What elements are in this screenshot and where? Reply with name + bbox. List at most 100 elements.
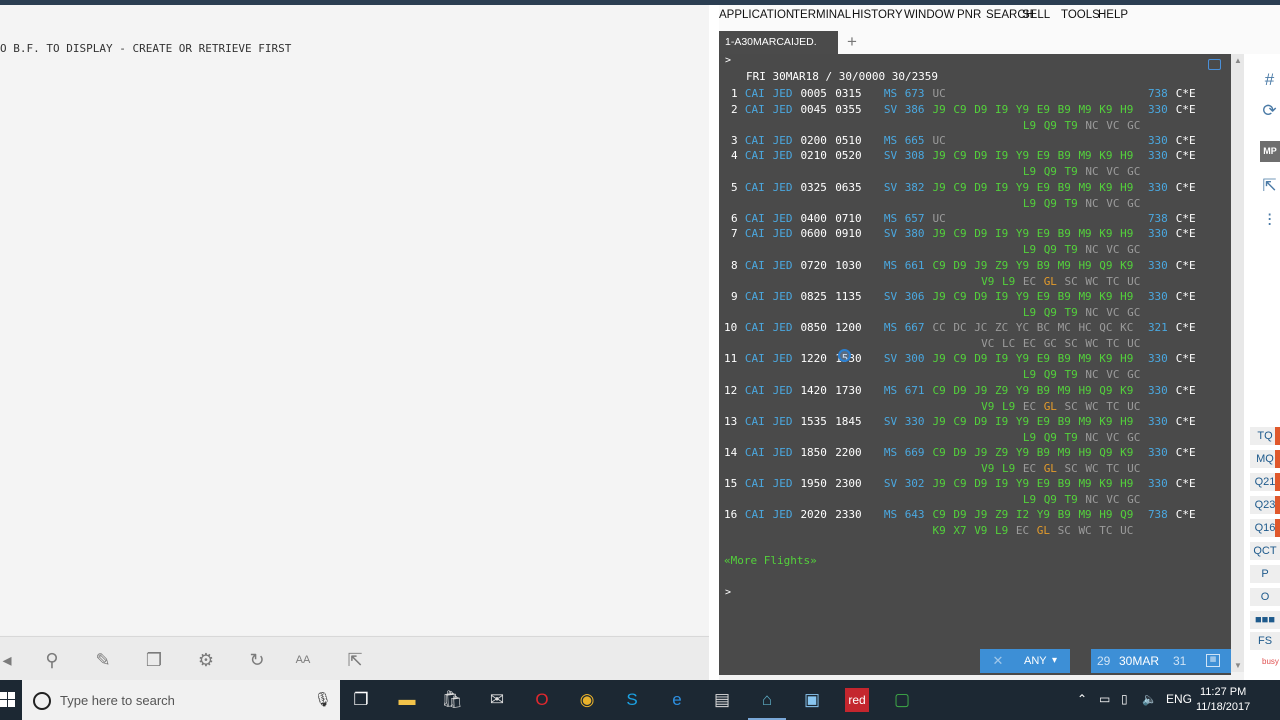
departure-time: 2020 (800, 508, 827, 521)
flight-flags: C*E (1175, 103, 1196, 116)
queue-button-0[interactable]: TQ (1250, 427, 1280, 445)
flight-row[interactable]: 12 CAI JED 1420 1730 MS 671 C9 D9 J9 Z9 Y9 B9 M9 H9 Q9 K… (719, 383, 1231, 398)
search-tool-icon[interactable]: ⚲ (41, 649, 63, 671)
tray-chevron-icon[interactable]: ⌃ (1077, 692, 1087, 706)
external-link-icon[interactable]: ⇱ (344, 649, 366, 671)
volume-icon[interactable]: 🔈 (1142, 692, 1157, 706)
microphone-icon[interactable]: 🎙 (314, 691, 332, 708)
opera-icon[interactable]: O (530, 688, 554, 712)
booking-class: M9 (1078, 415, 1092, 428)
command-prompt[interactable]: > (725, 55, 731, 66)
flight-row[interactable]: 15 CAI JED 1950 2300 SV 302 J9 C9 D9 I9 Y9 E9 B9 M9 K9 H… (719, 476, 1231, 491)
booking-class: I9 (995, 103, 1009, 116)
terminal-scrollbar[interactable]: ▲ ▼ (1231, 54, 1244, 672)
flight-row[interactable]: 6 CAI JED 0400 0710 MS 657 UC 738 C*E (719, 211, 1231, 226)
menu-application[interactable]: APPLICATION (719, 9, 794, 21)
flight-row[interactable]: 10 CAI JED 0850 1200 MS 667 CC DC JC ZC YC BC MC HC QC K… (719, 320, 1231, 335)
open-external-icon[interactable]: ⇱ (1259, 176, 1280, 200)
flight-number: 386 (904, 103, 925, 116)
skype-icon[interactable]: S (620, 688, 644, 712)
remote-desktop-icon[interactable]: ▣ (800, 688, 824, 712)
network-icon[interactable]: ▭ (1099, 692, 1110, 706)
tab-session[interactable]: 1-A30MARCAIJED. (719, 31, 838, 54)
queue-button-1[interactable]: MQ (1250, 450, 1280, 468)
queue-button-5[interactable]: QCT (1250, 542, 1280, 560)
mail-icon[interactable]: ✉ (485, 688, 509, 712)
queue-button-6[interactable]: P (1250, 565, 1280, 583)
queue-button-7[interactable]: O (1250, 588, 1280, 606)
booking-class: K9 (1099, 352, 1113, 365)
menu-help[interactable]: HELP (1098, 9, 1128, 21)
split-view-icon[interactable]: ⫶ (1259, 211, 1280, 235)
queue-button-3[interactable]: Q23 (1250, 496, 1280, 514)
add-tab-icon[interactable]: + (847, 32, 857, 52)
flight-row[interactable]: 4 CAI JED 0210 0520 SV 308 J9 C9 D9 I9 Y9 E9 B9 M9 K9 H9… (719, 148, 1231, 163)
clear-filter-icon[interactable]: ✕ (980, 649, 1016, 673)
booking-class: VC (1106, 430, 1120, 444)
booking-class: VC (981, 336, 995, 350)
copy-icon[interactable]: ❐ (143, 649, 165, 671)
airline-select[interactable]: ANY ▾ (1016, 649, 1070, 673)
flight-flags: C*E (1175, 259, 1196, 272)
menu-terminal[interactable]: TERMINAL (793, 9, 851, 21)
booking-class: HC (1078, 321, 1092, 334)
menu-sell[interactable]: SELL (1022, 9, 1050, 21)
mp-button[interactable]: MP (1260, 141, 1280, 162)
system-clock[interactable]: 11:27 PM 11/18/2017 (1196, 685, 1250, 715)
scroll-down-icon[interactable]: ▼ (1234, 661, 1242, 670)
red-app-icon[interactable]: red (845, 688, 869, 712)
booking-class: UC (1127, 336, 1141, 350)
menu-window[interactable]: WINDOW (904, 9, 954, 21)
language-indicator[interactable]: ENG (1166, 692, 1192, 706)
sync-icon[interactable]: ⟳ (1259, 101, 1280, 125)
task-view-icon[interactable]: ❐ (349, 688, 373, 712)
flight-row[interactable]: 8 CAI JED 0720 1030 MS 661 C9 D9 J9 Z9 Y9 B9 M9 H9 Q9 K9… (719, 258, 1231, 273)
prev-day-button[interactable]: 29 (1097, 649, 1110, 673)
next-day-button[interactable]: 31 (1173, 649, 1186, 673)
queue-button-2[interactable]: Q21 (1250, 473, 1280, 491)
edge-icon[interactable]: e (665, 688, 689, 712)
flight-row[interactable]: 2 CAI JED 0045 0355 SV 386 J9 C9 D9 I9 Y9 E9 B9 M9 K9 H9… (719, 102, 1231, 117)
calendar-icon[interactable]: ▦ (1206, 654, 1220, 667)
queue-button-8[interactable]: ■■■ (1250, 611, 1280, 629)
edit-pencil-icon[interactable]: ✎ (92, 649, 114, 671)
selling-platform-icon[interactable]: ⌂ (755, 688, 779, 712)
command-prompt-2[interactable]: > (725, 587, 731, 598)
flight-row[interactable]: 1 CAI JED 0005 0315 MS 673 UC 738 C*E (719, 86, 1231, 101)
flight-row[interactable]: 11 CAI JED 1220 1530 SV 300 J9 C9 D9 I9 Y9 E9 B9 M9 K9 H… (719, 351, 1231, 366)
notepad-icon[interactable]: ▤ (710, 688, 734, 712)
scroll-up-icon[interactable]: ▲ (1234, 56, 1242, 65)
windows-start-icon[interactable] (0, 692, 16, 708)
terminal-screen[interactable]: > FRI 30MAR18 / 30/0000 30/2359 1 CAI JED 0… (719, 54, 1231, 649)
booking-class: M9 (1057, 259, 1071, 272)
settings-gear-icon[interactable]: ⚙ (195, 649, 217, 671)
store-icon[interactable]: 🛍 (440, 688, 464, 712)
font-size-icon[interactable]: AA (292, 649, 314, 671)
battery-icon[interactable]: ▯ (1121, 692, 1128, 706)
file-explorer-icon[interactable]: ▬ (395, 688, 419, 712)
pane-divider[interactable] (709, 5, 719, 680)
flight-row[interactable]: 5 CAI JED 0325 0635 SV 382 J9 C9 D9 I9 Y9 E9 B9 M9 K9 H9… (719, 180, 1231, 195)
chrome-icon[interactable]: ◉ (575, 688, 599, 712)
booking-class: T9 (1064, 305, 1078, 319)
flight-row[interactable]: 14 CAI JED 1850 2200 MS 669 C9 D9 J9 Z9 Y9 B9 M9 H9 Q9 K… (719, 445, 1231, 460)
taskbar-search[interactable]: Type here to search 🎙 (22, 680, 340, 720)
flight-row[interactable]: 3 CAI JED 0200 0510 MS 665 UC 330 C*E (719, 133, 1231, 148)
menu-tools[interactable]: TOOLS (1061, 9, 1100, 21)
queue-button-9[interactable]: FS (1250, 632, 1280, 650)
flight-row[interactable]: 16 CAI JED 2020 2330 MS 643 C9 D9 J9 Z9 I2 Y9 B9 M9 H9 Q… (719, 507, 1231, 522)
destination-code: JED (772, 87, 793, 100)
flight-row[interactable]: 9 CAI JED 0825 1135 SV 306 J9 C9 D9 I9 Y9 E9 B9 M9 K9 H9… (719, 289, 1231, 304)
menu-pnr[interactable]: PNR (957, 9, 981, 21)
queue-button-4[interactable]: Q16 (1250, 519, 1280, 537)
screen-mode-icon[interactable] (1208, 59, 1221, 70)
back-tool-icon[interactable]: ◂ (0, 649, 18, 671)
refresh-icon[interactable]: ↻ (246, 649, 268, 671)
flight-row[interactable]: 7 CAI JED 0600 0910 SV 380 J9 C9 D9 I9 Y9 E9 B9 M9 K9 H9… (719, 226, 1231, 241)
hash-icon[interactable]: # (1259, 70, 1280, 94)
menu-history[interactable]: HISTORY (852, 9, 903, 21)
flight-row[interactable]: 13 CAI JED 1535 1845 SV 330 J9 C9 D9 I9 Y9 E9 B9 M9 K9 H… (719, 414, 1231, 429)
green-app-icon[interactable]: ▢ (890, 688, 914, 712)
booking-class: L9 (1022, 196, 1037, 210)
more-flights-link[interactable]: «More Flights» (724, 554, 817, 567)
